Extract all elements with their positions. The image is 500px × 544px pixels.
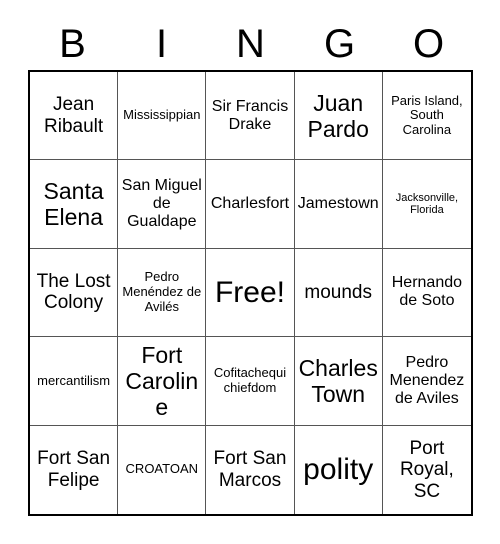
bingo-cell-label: San Miguel de Gualdape: [121, 176, 202, 231]
bingo-grid: Jean Ribault Mississippian Sir Francis D…: [28, 70, 473, 516]
bingo-cell[interactable]: Fort Caroline: [118, 337, 207, 426]
bingo-cell[interactable]: Santa Elena: [30, 160, 119, 249]
bingo-cell-label: Port Royal, SC: [399, 437, 454, 502]
bingo-cell-label: Jacksonville, Florida: [395, 191, 459, 217]
bingo-header-letter-o: O: [412, 22, 445, 66]
bingo-cell-label: polity: [303, 452, 374, 486]
bingo-cell[interactable]: The Lost Colony: [30, 248, 119, 338]
bingo-header-letter-n: N: [236, 22, 265, 66]
bingo-cell[interactable]: Sir Francis Drake: [206, 72, 295, 161]
bingo-free-space-label: Free!: [214, 275, 285, 309]
bingo-cell[interactable]: Charles Town: [294, 337, 383, 426]
bingo-cell[interactable]: mercantilism: [30, 337, 119, 426]
bingo-cell-label: Fort San Marcos: [213, 448, 287, 491]
bingo-cell[interactable]: Pedro Menendez de Aviles: [382, 337, 471, 426]
bingo-cell[interactable]: Paris Island, South Carolina: [382, 72, 471, 161]
bingo-cell-label: Pedro Menendez de Aviles: [389, 353, 465, 407]
bingo-cell-label: Charlesfort: [210, 195, 290, 213]
bingo-cell[interactable]: Cofitachequi chiefdom: [206, 337, 295, 426]
bingo-cell-label: Sir Francis Drake: [211, 97, 289, 133]
bingo-cell[interactable]: mounds: [294, 248, 383, 338]
bingo-cell[interactable]: Mississippian: [118, 72, 207, 161]
bingo-cell[interactable]: Jamestown: [294, 160, 383, 249]
bingo-cell-label: Mississippian: [123, 107, 201, 123]
bingo-cell[interactable]: CROATOAN: [118, 425, 207, 514]
bingo-header-letter-i: I: [155, 22, 168, 66]
bingo-cell-label: Hernando de Soto: [391, 274, 463, 310]
bingo-cell-label: Jean Ribault: [44, 94, 104, 137]
bingo-cell[interactable]: Fort San Marcos: [206, 425, 295, 514]
bingo-cell[interactable]: Fort San Felipe: [30, 425, 119, 514]
bingo-cell-label: Santa Elena: [43, 178, 104, 231]
bingo-cell-label: Fort Caroline: [125, 341, 199, 420]
bingo-cell-label: Jamestown: [297, 195, 379, 213]
bingo-cell[interactable]: polity: [294, 425, 383, 514]
bingo-cell-label: Pedro Menéndez de Avilés: [122, 269, 202, 314]
bingo-cell-label: mounds: [304, 281, 372, 303]
bingo-cell-label: Juan Pardo: [307, 89, 369, 142]
bingo-cell[interactable]: Port Royal, SC: [382, 425, 471, 514]
bingo-cell[interactable]: Pedro Menéndez de Avilés: [118, 248, 207, 338]
bingo-header-letter-g: G: [323, 22, 356, 66]
bingo-cell[interactable]: Hernando de Soto: [382, 248, 471, 338]
bingo-cell-label: mercantilism: [37, 372, 111, 388]
bingo-cell-label: CROATOAN: [125, 461, 199, 477]
bingo-cell-label: Cofitachequi chiefdom: [213, 365, 287, 395]
bingo-card: B I N G O Jean Ribault Mississippian Sir…: [0, 0, 500, 544]
bingo-cell[interactable]: San Miguel de Gualdape: [118, 160, 207, 249]
bingo-cell[interactable]: Jacksonville, Florida: [382, 160, 471, 249]
bingo-free-space[interactable]: Free!: [206, 248, 295, 338]
bingo-cell-label: Fort San Felipe: [37, 448, 111, 491]
bingo-cell-label: Paris Island, South Carolina: [391, 92, 463, 138]
bingo-cell[interactable]: Charlesfort: [206, 160, 295, 249]
bingo-cell[interactable]: Jean Ribault: [30, 72, 119, 161]
bingo-cell[interactable]: Juan Pardo: [294, 72, 383, 161]
bingo-header-letter-b: B: [59, 22, 86, 66]
bingo-cell-label: The Lost Colony: [36, 271, 111, 314]
bingo-cell-label: Charles Town: [298, 354, 378, 407]
bingo-header-row: B I N G O: [28, 18, 473, 70]
